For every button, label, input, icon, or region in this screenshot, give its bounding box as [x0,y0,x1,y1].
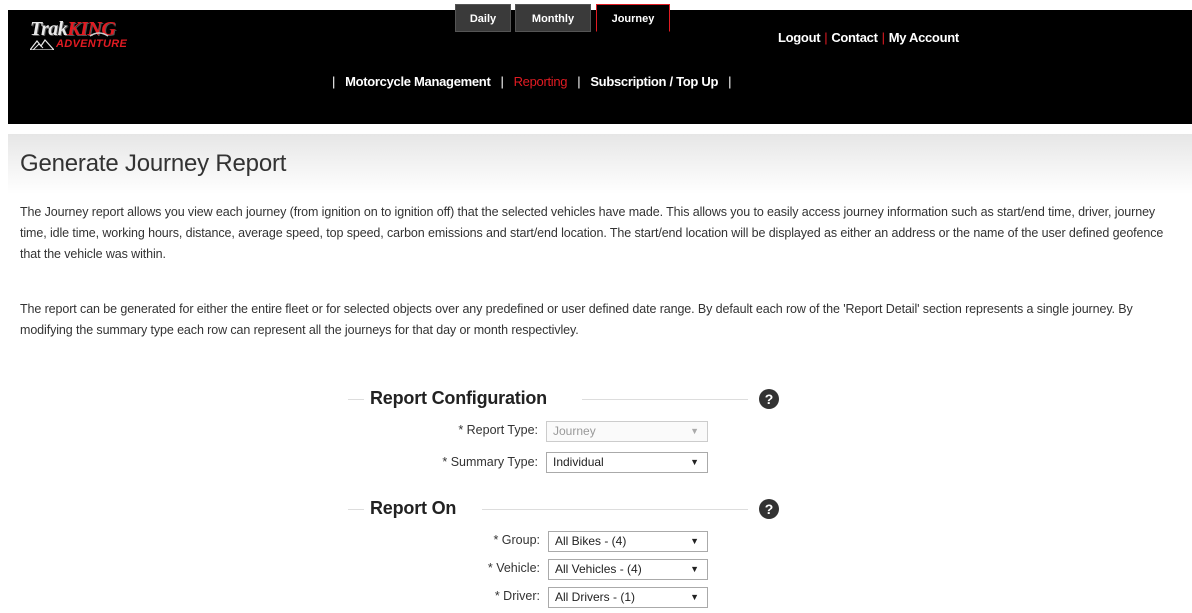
logo-swoosh-icon [89,32,109,37]
nav-motorcycle-management[interactable]: Motorcycle Management [345,74,491,89]
vehicle-label: * Vehicle: [487,561,540,575]
page-title: Generate Journey Report [20,150,287,177]
driver-label: * Driver: [494,589,540,603]
form-row-report-type: * Report Type: [300,420,538,442]
divider [482,509,748,510]
form-row-summary-type: * Summary Type: [300,452,538,474]
summary-type-label: * Summary Type: [442,455,538,469]
group-select[interactable]: All Bikes - (4) ▼ [548,531,708,552]
nav-separator: | [332,74,336,89]
chevron-down-icon: ▼ [690,457,699,467]
report-on-section: Report On ? [348,498,798,522]
report-configuration-section: Report Configuration ? [348,388,798,412]
link-separator: | [881,30,885,45]
tab-daily[interactable]: Daily [455,4,511,32]
divider [348,399,364,400]
chevron-down-icon: ▼ [690,592,699,602]
driver-select[interactable]: All Drivers - (1) ▼ [548,587,708,608]
description-paragraph: The report can be generated for either t… [20,302,1133,337]
form-row-driver: * Driver: [300,586,540,608]
trakking-adventure-logo[interactable]: TrakKING ADVENTURE [30,18,155,60]
section-title: Report Configuration [370,388,547,408]
nav-separator: | [577,74,581,89]
nav-reporting[interactable]: Reporting [514,74,568,89]
nav-separator: | [728,74,732,89]
description-paragraph: The Journey report allows you view each … [20,205,1164,261]
section-title: Report On [370,498,457,518]
my-account-link[interactable]: My Account [889,30,960,45]
tab-journey[interactable]: Journey [596,4,670,32]
form-row-vehicle: * Vehicle: [300,558,540,580]
main-navigation: | Motorcycle Management | Reporting | Su… [322,74,741,89]
form-row-group: * Group: [300,530,540,552]
chevron-down-icon: ▼ [690,536,699,546]
account-links: Logout | Contact | My Account [778,30,959,45]
summary-type-select[interactable]: Individual ▼ [546,452,708,473]
link-separator: | [824,30,828,45]
help-icon[interactable]: ? [759,499,779,519]
nav-separator: | [500,74,504,89]
tab-monthly[interactable]: Monthly [515,4,591,32]
logout-link[interactable]: Logout [778,30,821,45]
help-icon[interactable]: ? [759,389,779,409]
chevron-down-icon: ▼ [690,564,699,574]
contact-link[interactable]: Contact [831,30,878,45]
nav-subscription-top-up[interactable]: Subscription / Top Up [590,74,718,89]
logo-subtitle: ADVENTURE [56,38,128,50]
report-type-label: * Report Type: [458,423,538,437]
divider [582,399,748,400]
vehicle-select[interactable]: All Vehicles - (4) ▼ [548,559,708,580]
group-label: * Group: [493,533,540,547]
mountain-icon [30,39,54,50]
chevron-down-icon: ▼ [690,426,699,436]
divider [348,509,364,510]
report-type-select: Journey ▼ [546,421,708,442]
